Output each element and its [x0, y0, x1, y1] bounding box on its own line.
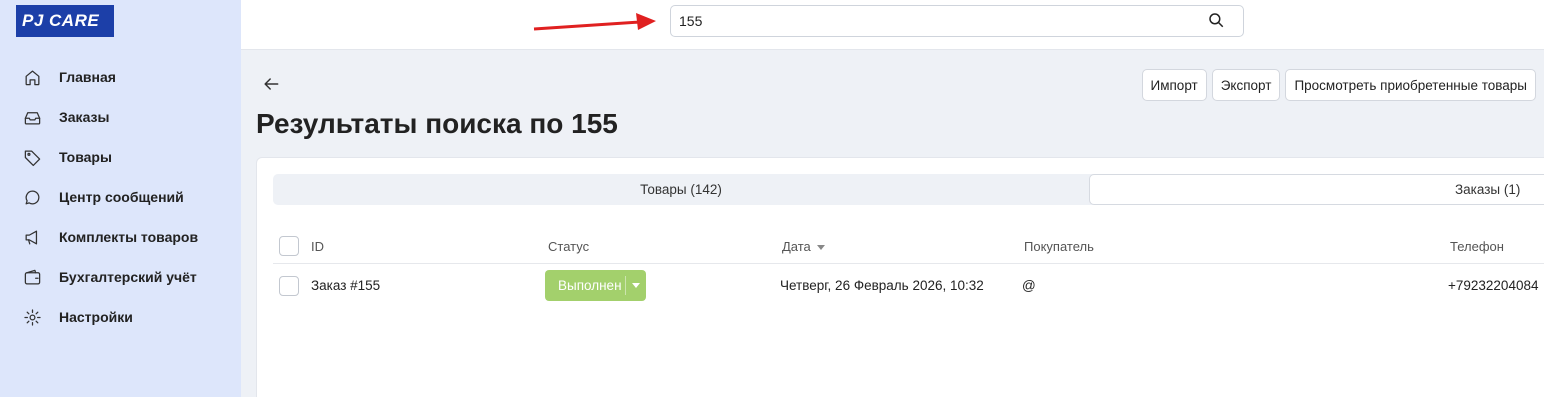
status-divider [625, 276, 626, 295]
home-icon [22, 67, 42, 87]
search-box[interactable] [670, 5, 1244, 37]
sidebar-item-label: Бухгалтерский учёт [59, 269, 197, 285]
megaphone-icon [22, 227, 42, 247]
tab-orders[interactable]: Заказы (1) [1089, 174, 1544, 205]
wallet-icon [22, 267, 42, 287]
chat-icon [22, 187, 42, 207]
sidebar-item-label: Заказы [59, 109, 110, 125]
sidebar-item-orders[interactable]: Заказы [0, 97, 241, 137]
sidebar-item-label: Комплекты товаров [59, 229, 199, 245]
column-status[interactable]: Статус [548, 239, 589, 254]
status-label: Выполнен [558, 278, 622, 293]
tag-icon [22, 147, 42, 167]
order-buyer: @ [1022, 278, 1036, 293]
sidebar-nav: Главная Заказы Товары Центр сообщений Ко… [0, 57, 241, 337]
sidebar-item-bundles[interactable]: Комплекты товаров [0, 217, 241, 257]
column-date[interactable]: Дата [782, 239, 825, 254]
top-bar [241, 0, 1544, 50]
arrow-left-icon [264, 78, 279, 90]
sidebar-item-label: Главная [59, 69, 116, 85]
brand-logo[interactable]: PJ CARE [16, 5, 114, 37]
column-phone[interactable]: Телефон [1450, 239, 1504, 254]
view-purchased-button[interactable]: Просмотреть приобретенные товары [1285, 69, 1536, 101]
column-date-label: Дата [782, 239, 811, 254]
import-button[interactable]: Импорт [1141, 69, 1207, 101]
order-date: Четверг, 26 Февраль 2026, 10:32 [780, 278, 984, 293]
sidebar-item-messages[interactable]: Центр сообщений [0, 177, 241, 217]
results-card: Товары (142) Заказы (1) ID Статус Дата П… [256, 157, 1544, 397]
inbox-icon [22, 107, 42, 127]
order-phone: +79232204084 [1448, 278, 1539, 293]
sidebar-item-label: Товары [59, 149, 112, 165]
sidebar-item-label: Настройки [59, 309, 133, 325]
status-dropdown[interactable]: Выполнен [545, 270, 646, 301]
order-id[interactable]: Заказ #155 [311, 278, 380, 293]
column-id[interactable]: ID [311, 239, 324, 254]
chevron-down-icon [632, 283, 640, 288]
sort-desc-icon [816, 245, 825, 251]
sidebar-item-accounting[interactable]: Бухгалтерский учёт [0, 257, 241, 297]
select-all-checkbox[interactable] [279, 236, 299, 256]
search-input[interactable] [679, 13, 1207, 29]
sidebar-item-label: Центр сообщений [59, 189, 184, 205]
annotation-arrow-icon [533, 13, 656, 31]
gear-icon [22, 307, 42, 327]
brand-logo-text: PJ CARE [22, 11, 100, 30]
toolbar: Импорт Экспорт Просмотреть приобретенные… [1141, 69, 1536, 101]
table-row[interactable]: Заказ #155 Выполнен Четверг, 26 Февраль … [273, 266, 1544, 308]
export-button[interactable]: Экспорт [1211, 69, 1281, 101]
results-tabs: Товары (142) Заказы (1) [273, 174, 1544, 205]
page-title: Результаты поиска по 155 [256, 108, 618, 139]
sidebar-item-settings[interactable]: Настройки [0, 297, 241, 337]
sidebar-item-products[interactable]: Товары [0, 137, 241, 177]
row-checkbox[interactable] [279, 276, 299, 296]
sidebar-item-home[interactable]: Главная [0, 57, 241, 97]
table-header: ID Статус Дата Покупатель Телефон [273, 234, 1544, 264]
back-button[interactable] [261, 74, 283, 96]
search-icon[interactable] [1207, 11, 1227, 31]
tab-products[interactable]: Товары (142) [273, 174, 1089, 205]
sidebar: PJ CARE Главная Заказы Товары Центр сооб… [0, 0, 241, 397]
column-buyer[interactable]: Покупатель [1024, 239, 1094, 254]
